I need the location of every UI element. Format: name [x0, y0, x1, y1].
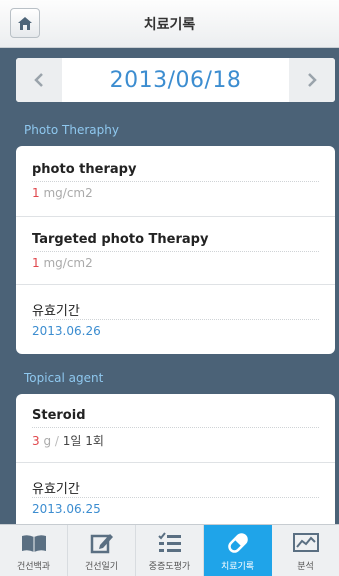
tab-encyclopedia[interactable]: 건선백과: [0, 525, 68, 576]
section-title-photo: Photo Theraphy: [24, 123, 119, 137]
item-dosage: 3 g / 1일 1회: [32, 432, 104, 449]
divider: [32, 497, 319, 498]
chevron-left-icon: [34, 73, 43, 87]
dose-value: 1: [32, 186, 40, 200]
dose-unit: g: [43, 434, 52, 448]
dose-unit: mg/cm2: [43, 256, 93, 270]
item-name: photo therapy: [32, 162, 137, 177]
tab-severity[interactable]: 중증도평가: [136, 525, 204, 576]
tab-treatment-record[interactable]: 치료기록: [204, 525, 272, 576]
date-navigator: 2013/06/18: [16, 58, 335, 102]
chart-icon: [291, 530, 321, 556]
item-name: Steroid: [32, 408, 86, 423]
page-title: 치료기록: [143, 17, 196, 33]
app-header: 치료기록: [0, 0, 339, 48]
checklist-icon: [155, 530, 185, 556]
dose-frequency: 1일 1회: [62, 434, 104, 448]
divider: [32, 251, 319, 252]
next-date-button[interactable]: [289, 58, 335, 102]
section-title-topical: Topical agent: [24, 371, 104, 385]
item-separator: [16, 462, 335, 463]
item-separator: [16, 216, 335, 217]
divider: [32, 319, 319, 320]
divider: [32, 181, 319, 182]
dose-value: 3: [32, 434, 40, 448]
edit-note-icon: [87, 530, 117, 556]
tab-label: 건선일기: [84, 562, 119, 572]
tab-label: 건선백과: [16, 562, 51, 572]
tab-analysis[interactable]: 분석: [272, 525, 339, 576]
divider: [32, 427, 319, 428]
book-icon: [19, 530, 49, 556]
tab-label: 치료기록: [220, 562, 255, 572]
tab-bar: 건선백과 건선일기 중증도평가 치료기록 분석: [0, 524, 339, 576]
tab-label: 분석: [297, 562, 314, 572]
chevron-right-icon: [308, 73, 317, 87]
tab-diary[interactable]: 건선일기: [68, 525, 136, 576]
item-name: 유효기간: [32, 482, 80, 497]
topical-agent-card: Steroid 3 g / 1일 1회 유효기간 2013.06.25: [16, 394, 335, 524]
item-name: Targeted photo Therapy: [32, 232, 209, 247]
item-dosage: 1 mg/cm2: [32, 256, 93, 270]
item-dosage: 1 mg/cm2: [32, 186, 93, 200]
expiry-date: 2013.06.25: [32, 502, 101, 516]
current-date[interactable]: 2013/06/18: [62, 68, 289, 93]
tab-label: 중증도평가: [148, 562, 191, 572]
prev-date-button[interactable]: [16, 58, 62, 102]
photo-therapy-card: photo therapy 1 mg/cm2 Targeted photo Th…: [16, 146, 335, 354]
main-content: 2013/06/18 Photo Theraphy photo therapy …: [0, 48, 339, 524]
item-name: 유효기간: [32, 304, 80, 319]
dose-unit: mg/cm2: [43, 186, 93, 200]
dose-separator: /: [54, 434, 59, 448]
item-separator: [16, 284, 335, 285]
dose-value: 1: [32, 256, 40, 270]
expiry-date: 2013.06.26: [32, 324, 101, 338]
pill-icon: [223, 530, 253, 556]
